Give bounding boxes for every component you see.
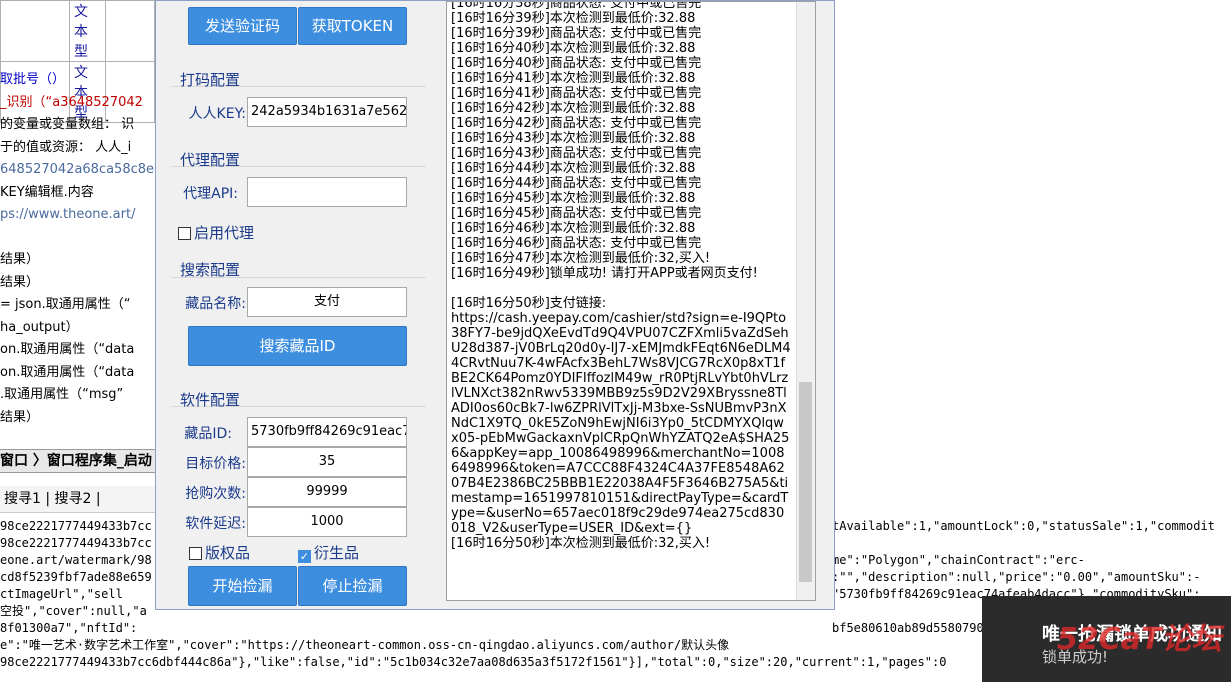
bg-search-tabs[interactable]: 搜寻1 | 搜寻2 | [0, 486, 165, 513]
proxy-api-input[interactable] [247, 177, 407, 207]
log-line: [16时16分50秒]本次检测到最低价:32,买入! [451, 536, 711, 551]
code-line: KEY编辑框.内容 [0, 184, 94, 200]
log-line: [16时16分46秒]商品状态: 支付中或已售完 [451, 236, 702, 251]
collection-id-input[interactable]: 5730fb9ff84269c91eac7 [247, 417, 407, 447]
code-line: 取批号（） [0, 72, 66, 87]
output-line: e":"唯一艺术·数字艺术工作室","cover":"https://theon… [0, 638, 730, 652]
log-line: [16时16分39秒]商品状态: 支付中或已售完 [451, 26, 702, 41]
code-line: 结果） [0, 409, 40, 425]
log-line: [16时16分45秒]本次检测到最低价:32.88 [451, 191, 696, 206]
renren-key-input[interactable]: 242a5934b1631a7e56238 [247, 97, 407, 127]
output-line: tAvailable":1,"amountLock":0,"statusSale… [832, 519, 1215, 533]
derivative-checkbox[interactable]: ✓ 衍生品 [298, 542, 359, 563]
log-line: [16时16分46秒]本次检测到最低价:32.88 [451, 221, 696, 236]
proxy-api-label: 代理API: [183, 186, 238, 202]
log-line: [16时16分47秒]本次检测到最低价:32,买入! [451, 251, 711, 266]
copyright-checkbox[interactable]: 版权品 [189, 542, 250, 563]
output-line: cd8f5239fbf7ade88e659 [0, 570, 152, 584]
output-line: 98ce2221777449433b7cc6dbf444c86a"},"like… [0, 655, 947, 669]
code-line: 的变量或变量数组： 识 [0, 117, 135, 132]
watermark-text: 52CaT论坛 [1057, 622, 1222, 657]
delay-input[interactable]: 1000 [247, 507, 407, 537]
enable-proxy-label: 启用代理 [194, 224, 255, 242]
log-line: [16时16分44秒]本次检测到最低价:32.88 [451, 161, 696, 176]
log-scrollbar[interactable] [796, 2, 815, 600]
log-line: [16时16分41秒]商品状态: 支付中或已售完 [451, 86, 702, 101]
code-line: = json.取通用属性（“ [0, 297, 131, 312]
proxy-section-title: 代理配置 [180, 151, 241, 169]
log-output[interactable]: [16时16分38秒]商品状态: 支付中或已售完 [16时16分39秒]本次检测到… [446, 1, 816, 601]
code-line: on.取通用属性（“data [0, 364, 135, 380]
collection-id-label: 藏品ID: [184, 426, 232, 442]
output-line: 98ce2221777449433b7cc [0, 536, 152, 550]
collection-name-label: 藏品名称: [185, 296, 246, 312]
code-line: _识别（“a3648527042 [0, 94, 143, 110]
log-line: [16时16分44秒]商品状态: 支付中或已售完 [451, 176, 702, 191]
renren-key-label: 人人KEY: [188, 106, 246, 122]
send-code-button[interactable]: 发送验证码 [188, 7, 297, 45]
copyright-label: 版权品 [205, 544, 251, 562]
log-line: [16时16分42秒]商品状态: 支付中或已售完 [451, 116, 702, 131]
output-line: 8f01300a7","nftId": [0, 621, 138, 635]
delay-label: 软件延迟: [185, 516, 246, 532]
checkbox-box[interactable] [178, 227, 191, 240]
log-line: https://cash.yeepay.com/cashier/std?sign… [451, 311, 791, 536]
derivative-label: 衍生品 [314, 544, 360, 562]
get-token-button[interactable]: 获取TOKEN [298, 7, 407, 45]
bg-tab-label[interactable]: 窗口 〉窗口程序集_启动 [0, 453, 152, 469]
code-line: 结果） [0, 252, 40, 267]
bg-tab-bar[interactable]: 窗口 〉窗口程序集_启动 [0, 449, 165, 473]
log-text: [16时16分38秒]商品状态: 支付中或已售完 [16时16分39秒]本次检测到… [451, 1, 791, 551]
output-line: me":"Polygon","chainContract":"erc- [832, 553, 1085, 567]
output-line: 空投","cover":null,"a [0, 604, 147, 618]
log-line: [16时16分43秒]商品状态: 支付中或已售完 [451, 146, 702, 161]
enable-proxy-checkbox[interactable]: 启用代理 [178, 222, 254, 243]
code-line: .取通用属性（“msg” [0, 387, 124, 402]
code-line: 648527042a68ca58c8ea3 [0, 162, 171, 177]
log-line: [16时16分49秒]锁单成功! 请打开APP或者网页支付! [451, 266, 758, 281]
code-line: 于的值或资源： 人人_i [0, 139, 132, 155]
software-section-title: 软件配置 [180, 391, 241, 409]
log-line: [16时16分42秒]本次检测到最低价:32.88 [451, 101, 696, 116]
code-line: ha_output） [0, 319, 79, 335]
buy-count-input[interactable]: 99999 [247, 477, 407, 507]
log-line: [16时16分41秒]本次检测到最低价:32.88 [451, 71, 696, 86]
search-section-title: 搜索配置 [180, 261, 241, 279]
log-line: [16时16分50秒]支付链接: [451, 296, 607, 311]
collection-name-input[interactable]: 支付 [247, 287, 407, 317]
bg-search-tabs-label[interactable]: 搜寻1 | 搜寻2 | [0, 491, 101, 507]
code-line: on.取通用属性（“data [0, 342, 135, 357]
checkbox-box[interactable]: ✓ [298, 550, 311, 563]
log-line: [16时16分43秒]本次检测到最低价:32.88 [451, 131, 696, 146]
output-line: bf5e80610ab89d5580790 [832, 621, 984, 635]
type-cell: 文本型 [69, 0, 106, 62]
log-line: [16时16分39秒]本次检测到最低价:32.88 [451, 11, 696, 26]
code-line: 结果） [0, 274, 40, 290]
captcha-section-title: 打码配置 [180, 71, 241, 89]
start-button[interactable]: 开始捡漏 [188, 566, 297, 606]
notification-toast[interactable]: 唯一抢漏锁单成功通知 锁单成功! 52CaT论坛 [982, 596, 1231, 682]
app-window: 发送验证码 获取TOKEN 打码配置 人人KEY: 242a5934b1631a… [155, 0, 835, 610]
output-line: :"","description":null,"price":"0.00","a… [832, 570, 1201, 584]
target-price-input[interactable]: 35 [247, 447, 407, 477]
search-id-button[interactable]: 搜索藏品ID [188, 326, 407, 366]
log-line: [16时16分40秒]商品状态: 支付中或已售完 [451, 56, 702, 71]
buy-count-label: 抢购次数: [185, 486, 246, 502]
log-line: [16时16分40秒]本次检测到最低价:32.88 [451, 41, 696, 56]
output-line: 98ce2221777449433b7cc [0, 519, 152, 533]
scrollbar-thumb[interactable] [799, 382, 812, 582]
output-line: ctImageUrl","sell [0, 587, 123, 601]
log-line: [16时16分38秒]商品状态: 支付中或已售完 [451, 1, 702, 11]
stop-button[interactable]: 停止捡漏 [298, 566, 407, 606]
log-line: [16时16分45秒]商品状态: 支付中或已售完 [451, 206, 702, 221]
code-line: ps://www.theone.art/ [0, 207, 136, 222]
output-line: eone.art/watermark/98 [0, 553, 152, 567]
target-price-label: 目标价格: [185, 456, 246, 472]
checkbox-box[interactable] [189, 547, 202, 560]
